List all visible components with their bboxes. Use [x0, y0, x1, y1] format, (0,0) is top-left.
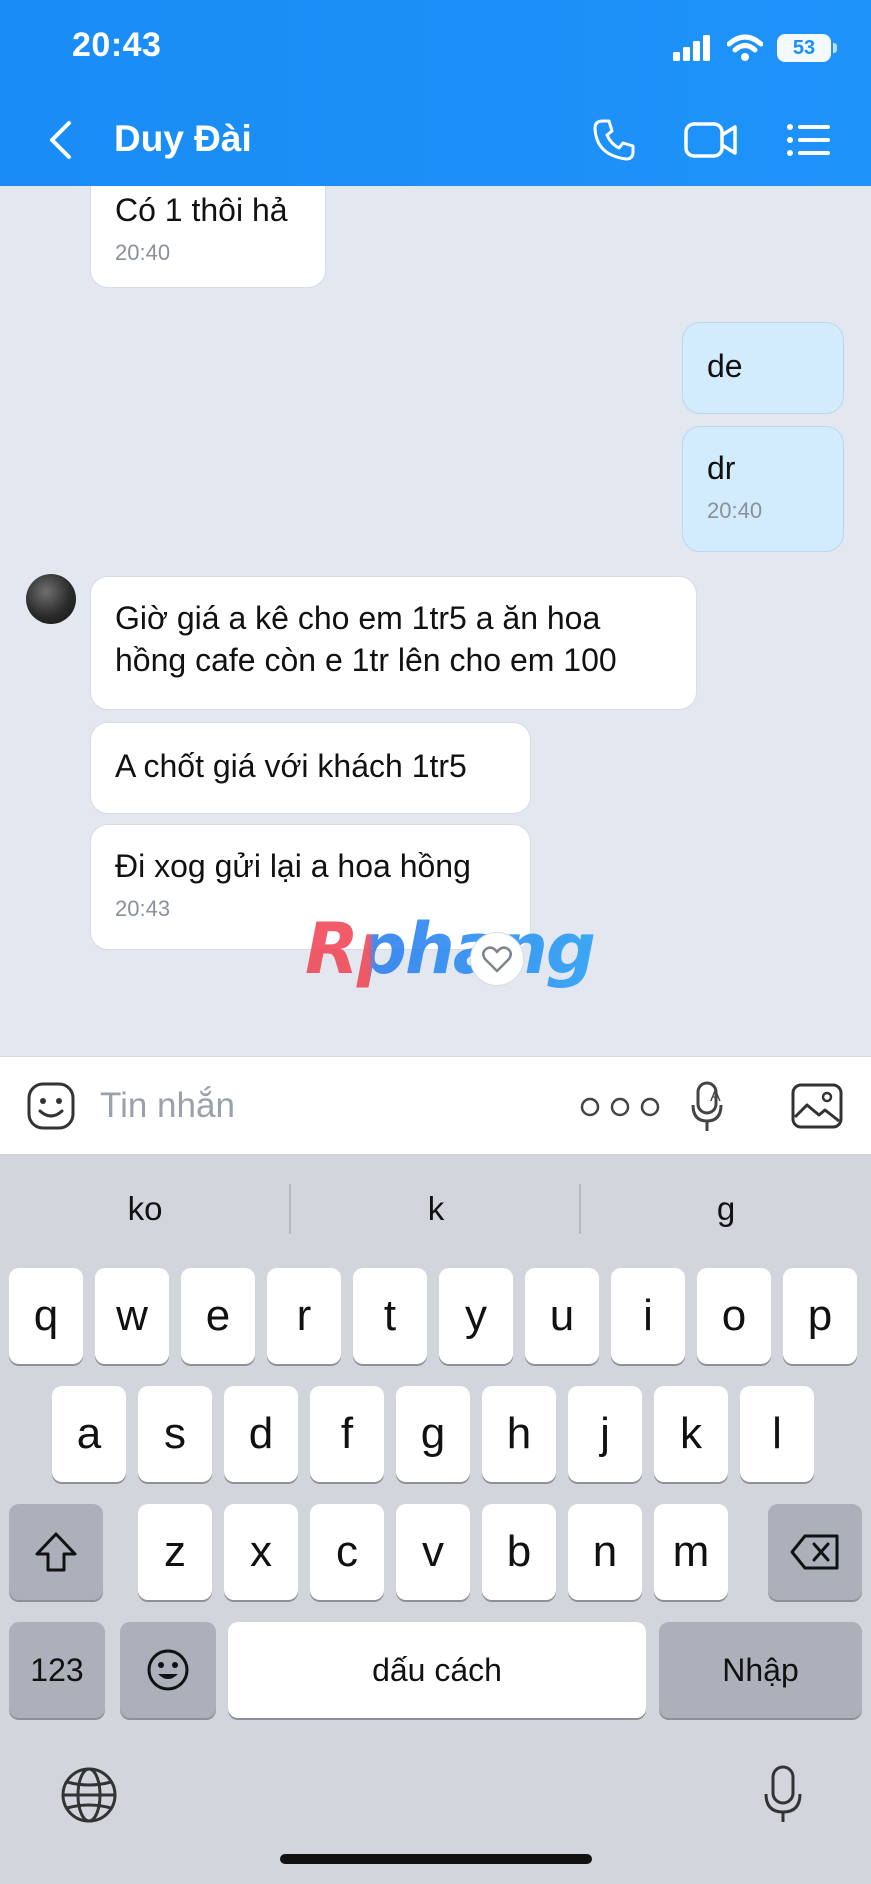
key-w[interactable]: w — [95, 1268, 169, 1364]
key-l[interactable]: l — [740, 1386, 814, 1482]
key-u[interactable]: u — [525, 1268, 599, 1364]
key-s[interactable]: s — [138, 1386, 212, 1482]
list-icon — [787, 124, 830, 156]
chevron-left-icon — [50, 121, 71, 159]
key-n[interactable]: n — [568, 1504, 642, 1600]
key-y[interactable]: y — [439, 1268, 513, 1364]
suggestion-1[interactable]: ko — [0, 1154, 290, 1264]
voice-call-button[interactable] — [586, 112, 642, 168]
message-text: Có 1 thôi hả — [115, 192, 288, 228]
key-r[interactable]: r — [267, 1268, 341, 1364]
backspace-key[interactable] — [768, 1504, 862, 1600]
status-icons: 53 — [673, 30, 837, 66]
battery-indicator: 53 — [777, 34, 837, 62]
key-g[interactable]: g — [396, 1386, 470, 1482]
return-key[interactable]: Nhập — [659, 1622, 862, 1718]
video-call-button[interactable] — [680, 112, 742, 168]
more-options-button[interactable] — [574, 1087, 666, 1127]
contact-name[interactable]: Duy Đài — [114, 118, 252, 160]
key-z[interactable]: z — [138, 1504, 212, 1600]
microphone-text-icon: A — [691, 1081, 723, 1131]
message-bubble[interactable]: de — [682, 322, 844, 414]
message-input[interactable] — [100, 1075, 540, 1137]
globe-icon — [61, 1767, 117, 1823]
message-text: Giờ giá a kê cho em 1tr5 a ăn hoa hồng c… — [115, 600, 617, 678]
sticker-button[interactable] — [24, 1079, 78, 1133]
watermark-logo: Rphang — [305, 908, 596, 990]
key-q[interactable]: q — [9, 1268, 83, 1364]
suggestion-2[interactable]: k — [291, 1154, 581, 1264]
numbers-key[interactable]: 123 — [9, 1622, 105, 1718]
message-text: A chốt giá với khách 1tr5 — [115, 748, 467, 784]
key-k[interactable]: k — [654, 1386, 728, 1482]
heart-icon — [482, 946, 512, 973]
image-button[interactable] — [790, 1079, 844, 1133]
key-t[interactable]: t — [353, 1268, 427, 1364]
video-camera-icon — [684, 122, 737, 158]
space-key[interactable]: dấu cách — [228, 1622, 646, 1718]
smiley-sticker-icon — [27, 1082, 75, 1130]
dictation-button[interactable] — [758, 1760, 808, 1830]
key-h[interactable]: h — [482, 1386, 556, 1482]
key-b[interactable]: b — [482, 1504, 556, 1600]
voice-message-button[interactable]: A — [688, 1077, 732, 1137]
reaction-button[interactable] — [470, 932, 524, 986]
back-button[interactable] — [40, 116, 80, 164]
keyboard: ko k g q w e r t y u i o p a s d f g h j… — [0, 1154, 871, 1884]
chat-area[interactable]: Có 1 thôi hả 20:40 de dr 20:40 Giờ giá a… — [0, 186, 871, 1056]
message-input-bar: A — [0, 1056, 871, 1154]
message-time: 20:40 — [115, 240, 171, 265]
message-time: 20:40 — [707, 498, 763, 523]
key-c[interactable]: c — [310, 1504, 384, 1600]
emoji-face-icon — [147, 1649, 189, 1691]
message-bubble[interactable]: dr 20:40 — [682, 426, 844, 552]
backspace-icon — [790, 1534, 839, 1570]
message-text: Đi xog gửi lại a hoa hồng — [115, 848, 471, 884]
key-j[interactable]: j — [568, 1386, 642, 1482]
shift-arrow-icon — [35, 1532, 77, 1572]
microphone-icon — [764, 1765, 802, 1822]
emoji-key[interactable] — [120, 1622, 216, 1718]
key-e[interactable]: e — [181, 1268, 255, 1364]
home-indicator[interactable] — [280, 1854, 592, 1864]
message-bubble[interactable]: Có 1 thôi hả 20:40 — [90, 186, 326, 288]
more-dots-icon — [580, 1097, 660, 1117]
chat-header: 20:43 53 Duy Đài — [0, 0, 871, 186]
globe-button[interactable] — [58, 1764, 120, 1826]
status-time: 20:43 — [72, 26, 162, 64]
menu-button[interactable] — [782, 112, 836, 168]
contact-avatar[interactable] — [26, 574, 76, 624]
svg-text:A: A — [710, 1088, 721, 1105]
key-o[interactable]: o — [697, 1268, 771, 1364]
message-text: dr — [707, 450, 736, 486]
image-icon — [791, 1083, 843, 1129]
message-text: de — [707, 348, 743, 384]
key-i[interactable]: i — [611, 1268, 685, 1364]
wifi-icon — [727, 34, 763, 61]
key-p[interactable]: p — [783, 1268, 857, 1364]
key-f[interactable]: f — [310, 1386, 384, 1482]
message-bubble[interactable]: A chốt giá với khách 1tr5 — [90, 722, 531, 814]
suggestion-3[interactable]: g — [581, 1154, 871, 1264]
key-d[interactable]: d — [224, 1386, 298, 1482]
key-x[interactable]: x — [224, 1504, 298, 1600]
key-m[interactable]: m — [654, 1504, 728, 1600]
phone-icon — [593, 119, 635, 161]
key-v[interactable]: v — [396, 1504, 470, 1600]
message-bubble[interactable]: Giờ giá a kê cho em 1tr5 a ăn hoa hồng c… — [90, 576, 697, 710]
cellular-signal-icon — [673, 35, 710, 61]
shift-key[interactable] — [9, 1504, 103, 1600]
key-a[interactable]: a — [52, 1386, 126, 1482]
